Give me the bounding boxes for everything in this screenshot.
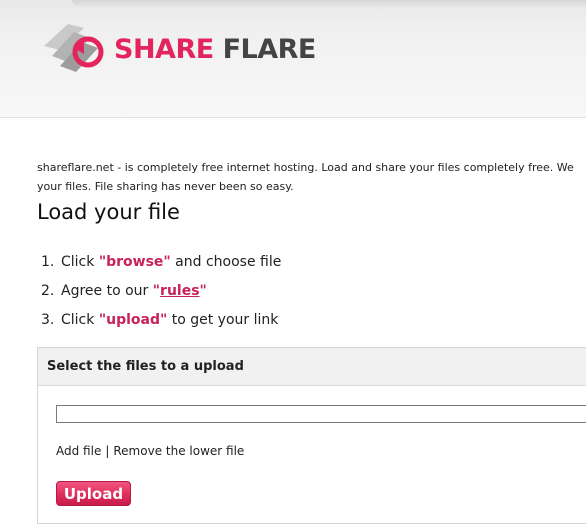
step-quote-open: " xyxy=(152,283,161,299)
step-upload: 3. Click "upload" to get your link xyxy=(41,310,281,339)
upload-panel-title: Select the files to a upload xyxy=(38,348,586,386)
upload-panel: Select the files to a upload Add file | Re… xyxy=(37,347,586,524)
step-text: Click xyxy=(61,312,99,328)
header-top-bar xyxy=(72,0,586,7)
upload-button[interactable]: Upload xyxy=(56,481,131,506)
step-text: Click xyxy=(61,254,99,270)
step-text: Agree to our xyxy=(61,283,153,299)
add-file-link[interactable]: Add file xyxy=(56,444,101,458)
step-text: and choose file xyxy=(170,254,282,270)
step-browse: 1. Click "browse" and choose file xyxy=(41,252,281,281)
separator: | xyxy=(105,444,110,458)
intro-line-1: shareflare.net - is completely free inte… xyxy=(37,161,574,174)
file-actions: Add file | Remove the lower file xyxy=(56,444,244,458)
page-title: Load your file xyxy=(37,200,180,224)
step-quote-close: " xyxy=(199,283,207,299)
step-highlight-browse: "browse" xyxy=(98,254,171,270)
intro-text: shareflare.net - is completely free inte… xyxy=(37,158,586,196)
shareflare-logo-icon xyxy=(44,24,104,72)
rules-link[interactable]: rules xyxy=(160,283,200,299)
step-number: 3. xyxy=(41,312,55,328)
site-header: SHARE FLARE xyxy=(0,0,586,118)
step-number: 1. xyxy=(41,254,55,270)
file-input[interactable] xyxy=(56,405,586,423)
logo-text-flare: FLARE xyxy=(222,34,317,65)
remove-file-link[interactable]: Remove the lower file xyxy=(113,444,244,458)
step-text: to get your link xyxy=(167,312,279,328)
step-highlight-upload: "upload" xyxy=(98,312,168,328)
logo-text: SHARE FLARE xyxy=(114,34,316,65)
logo-text-share: SHARE xyxy=(114,34,214,65)
step-rules: 2. Agree to our "rules" xyxy=(41,281,281,310)
site-logo[interactable]: SHARE FLARE xyxy=(38,16,338,76)
instruction-steps: 1. Click "browse" and choose file 2. Agree… xyxy=(41,252,281,339)
intro-line-2: your files. File sharing has never been … xyxy=(37,180,294,193)
step-number: 2. xyxy=(41,283,55,299)
